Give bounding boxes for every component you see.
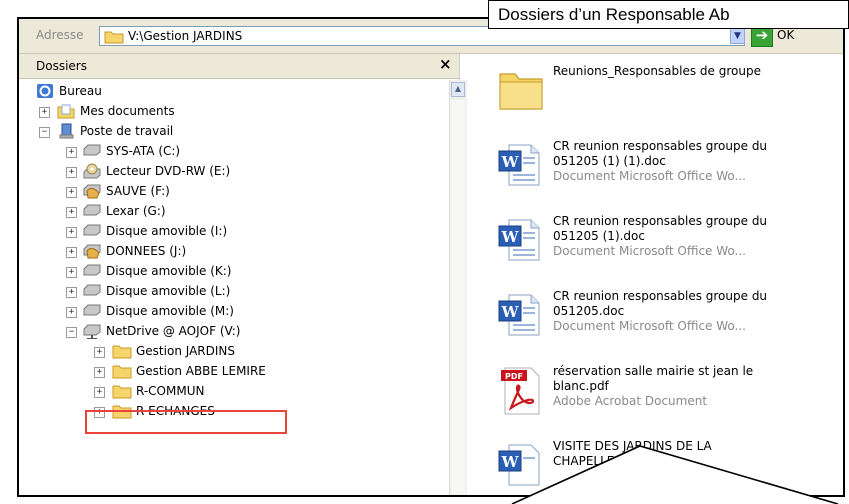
folders-pane-header: Dossiers ×: [19, 54, 459, 79]
tree-item-label: Disque amovible (M:): [106, 304, 234, 318]
tree-item-label: Disque amovible (I:): [106, 224, 228, 238]
drive-icon: [82, 223, 101, 239]
close-icon[interactable]: ×: [439, 55, 452, 73]
address-label: Adresse: [36, 28, 84, 42]
file-type: Document Microsoft Office Wo...: [553, 244, 746, 258]
address-value: V:\Gestion JARDINS: [128, 29, 243, 43]
svg-text:PDF: PDF: [505, 372, 523, 381]
dvd-drive-icon: [82, 163, 101, 179]
chevron-down-icon[interactable]: ▼: [730, 28, 745, 44]
expand-icon[interactable]: +: [94, 367, 105, 378]
word-document-icon: W: [497, 291, 545, 339]
file-item[interactable]: W CR reunion responsables groupe du 0512…: [467, 214, 843, 284]
tree-item-label: Bureau: [59, 84, 102, 98]
expand-icon[interactable]: +: [94, 347, 105, 358]
file-item[interactable]: W CR reunion responsables groupe du 0512…: [467, 289, 843, 359]
svg-text:W: W: [501, 453, 520, 471]
folder-icon: [104, 29, 124, 47]
file-name: réservation salle mairie st jean le blan…: [553, 364, 773, 409]
svg-text:W: W: [501, 303, 520, 321]
computer-icon: [57, 123, 75, 139]
expand-icon[interactable]: +: [66, 307, 77, 318]
file-item[interactable]: PDF réservation salle mairie st jean le …: [467, 364, 843, 434]
my-documents-icon: [57, 103, 75, 119]
scroll-up-arrow-icon[interactable]: ▲: [451, 82, 465, 97]
svg-text:W: W: [501, 153, 520, 171]
tree-item-label: R-COMMUN: [136, 384, 205, 398]
file-name: CR reunion responsables groupe du 051205…: [553, 214, 773, 259]
svg-text:W: W: [501, 228, 520, 246]
network-drive-icon: [82, 323, 101, 339]
caption-box: Dossiers d’un Responsable Ab: [488, 0, 849, 29]
tree-item-label: SYS-ATA (C:): [106, 144, 181, 158]
tree-item-label: Disque amovible (L:): [106, 284, 231, 298]
explorer-window: Adresse V:\Gestion JARDINS ▼ ➔ OK Dossie…: [17, 17, 845, 497]
folder-tree: Bureau + Mes documents − Poste de travai…: [19, 80, 449, 495]
file-item[interactable]: Reunions_Responsables de groupe: [467, 64, 843, 134]
tree-item-label: SAUVE (F:): [106, 184, 170, 198]
expand-icon[interactable]: +: [39, 107, 50, 118]
file-name: Reunions_Responsables de groupe: [553, 64, 761, 78]
expand-icon[interactable]: +: [66, 207, 77, 218]
folder-icon: [112, 343, 132, 359]
expand-icon[interactable]: +: [66, 167, 77, 178]
drive-icon: [82, 283, 101, 299]
folders-pane-title: Dossiers: [36, 59, 87, 73]
folder-icon: [112, 383, 132, 399]
drive-icon: [82, 203, 101, 219]
go-label: OK: [777, 28, 795, 42]
tree-item-label: Lecteur DVD-RW (E:): [106, 164, 231, 178]
file-type: Document Microsoft Office Wo...: [553, 319, 746, 333]
scroll-thumb[interactable]: [451, 100, 465, 495]
file-name: CR reunion responsables groupe du 051205…: [553, 139, 773, 184]
tree-item-label: Gestion ABBE LEMIRE: [136, 364, 266, 378]
files-pane: Reunions_Responsables de groupe W CR reu…: [467, 54, 843, 495]
tree-item-label: Mes documents: [80, 104, 175, 118]
desktop-icon: [36, 83, 54, 99]
file-name: CR reunion responsables groupe du 051205…: [553, 289, 773, 334]
selection-highlight: [85, 410, 287, 434]
folders-scrollbar[interactable]: ▲: [449, 80, 467, 495]
tree-item-label: Poste de travail: [80, 124, 174, 138]
file-type: Document Microsoft Office Wo...: [553, 169, 746, 183]
file-type: Adobe Acrobat Document: [553, 394, 708, 408]
collapse-icon[interactable]: −: [66, 327, 77, 338]
tree-item-label: Disque amovible (K:): [106, 264, 232, 278]
folder-icon: [112, 363, 132, 379]
word-document-icon: W: [497, 141, 545, 189]
folder-icon: [497, 66, 545, 114]
pdf-document-icon: PDF: [497, 366, 545, 415]
file-item[interactable]: W VISITE DES JARDINS DE LA CHAPELLE: [467, 439, 843, 495]
drive-icon: [82, 263, 101, 279]
drive-icon: [82, 303, 101, 319]
tree-item-label: DONNEES (J:): [106, 244, 187, 258]
expand-icon[interactable]: +: [66, 287, 77, 298]
tree-item-label: NetDrive @ AOJOF (V:): [106, 324, 241, 338]
expand-icon[interactable]: +: [94, 387, 105, 398]
collapse-icon[interactable]: −: [39, 127, 50, 138]
word-document-icon: W: [497, 441, 545, 489]
file-item[interactable]: W CR reunion responsables groupe du 0512…: [467, 139, 843, 209]
folders-pane: Dossiers × Bureau + Mes documents − Post…: [19, 54, 467, 495]
shared-drive-icon: [82, 183, 101, 199]
caption-text: Dossiers d’un Responsable Ab: [498, 5, 730, 24]
word-document-icon: W: [497, 216, 545, 264]
tree-item-label: Gestion JARDINS: [136, 344, 235, 358]
tree-item-label: Lexar (G:): [106, 204, 166, 218]
drive-icon: [82, 143, 101, 159]
expand-icon[interactable]: +: [66, 147, 77, 158]
expand-icon[interactable]: +: [66, 227, 77, 238]
shared-drive-icon: [82, 243, 101, 259]
expand-icon[interactable]: +: [66, 247, 77, 258]
address-input[interactable]: V:\Gestion JARDINS ▼: [99, 26, 745, 46]
expand-icon[interactable]: +: [66, 267, 77, 278]
expand-icon[interactable]: +: [66, 187, 77, 198]
file-name: VISITE DES JARDINS DE LA CHAPELLE: [553, 439, 712, 468]
